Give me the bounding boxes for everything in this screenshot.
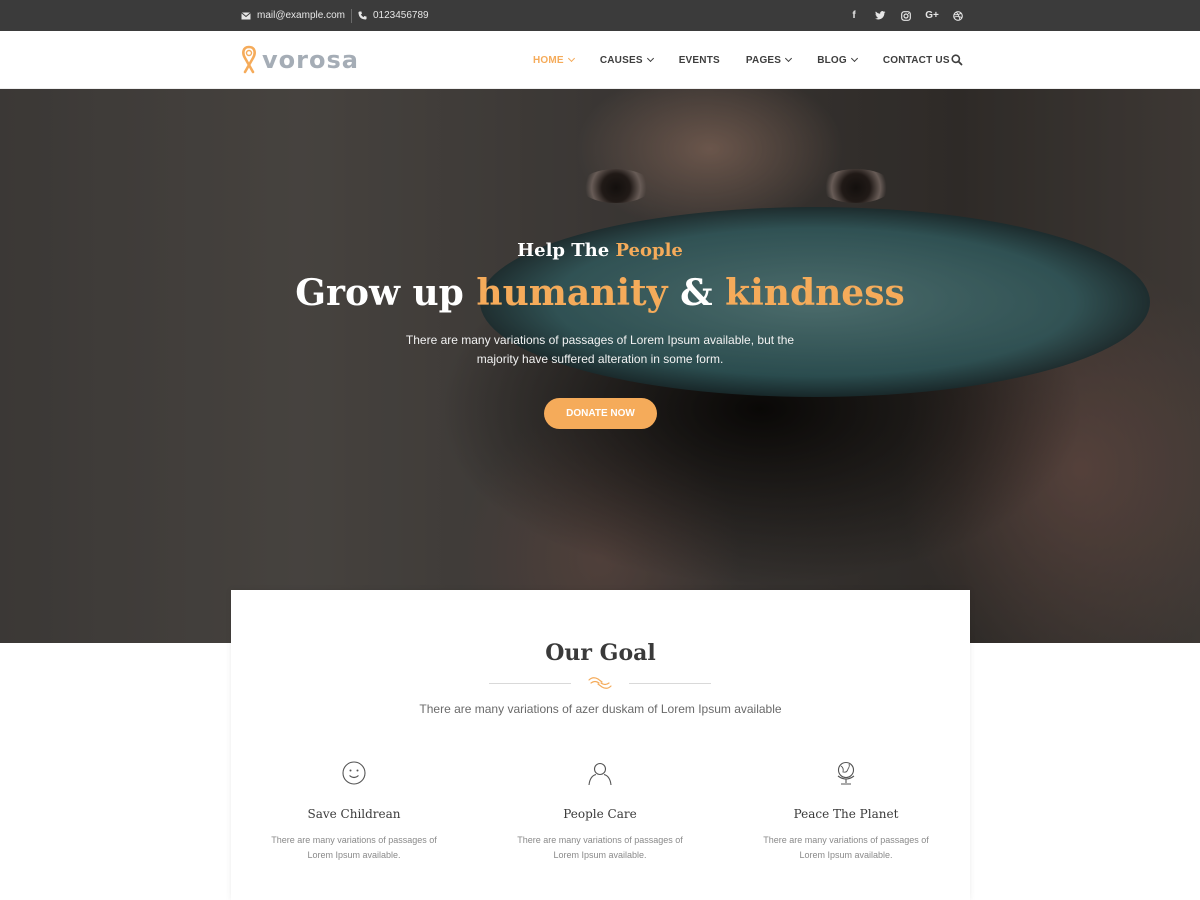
section-intro: There are many variations of azer duskam… xyxy=(419,702,782,716)
instagram-icon[interactable] xyxy=(900,10,912,22)
feature-title: Save Childrean xyxy=(307,807,401,821)
hero-title-accent: kindness xyxy=(725,272,905,314)
main-nav: HOME CAUSES EVENTS PAGES BLOG CONTACT US xyxy=(533,31,976,89)
title-divider xyxy=(489,674,711,692)
section-title: Our Goal xyxy=(545,640,656,666)
phone-contact[interactable]: 0123456789 xyxy=(358,10,429,21)
feature-title: Peace The Planet xyxy=(793,807,899,821)
chevron-down-icon xyxy=(646,54,654,63)
hero-content: Help The People Grow up humanity & kindn… xyxy=(0,89,1200,643)
contact-divider xyxy=(350,8,352,23)
hero-title: Grow up humanity & kindness xyxy=(0,272,1200,314)
logo-text: vorosa xyxy=(262,46,359,74)
phone-icon xyxy=(358,11,367,20)
nav-item-causes[interactable]: CAUSES xyxy=(599,54,654,66)
nav-label: CAUSES xyxy=(599,54,643,66)
search-icon[interactable] xyxy=(950,53,964,67)
email-contact[interactable]: mail@example.com xyxy=(241,10,345,21)
hero-title-accent: humanity xyxy=(476,272,668,314)
hero-title-ampersand: & xyxy=(680,272,713,314)
donate-now-button[interactable]: DONATE NOW xyxy=(544,398,657,429)
chevron-down-icon xyxy=(785,54,793,63)
contact-info: mail@example.com 0123456789 xyxy=(241,0,429,31)
nav-item-pages[interactable]: PAGES xyxy=(745,54,793,66)
social-links: f G+ xyxy=(848,0,964,31)
hands-icon xyxy=(588,677,612,689)
google-plus-icon[interactable]: G+ xyxy=(925,10,939,22)
feature-title: People Care xyxy=(563,807,637,821)
top-bar: mail@example.com 0123456789 f G+ xyxy=(0,0,1200,31)
nav-item-events[interactable]: EVENTS xyxy=(679,55,720,66)
our-goal-section: Our Goal There are many variations of az… xyxy=(231,590,970,900)
hero-description: There are many variations of passages of… xyxy=(405,333,795,366)
nav-label: CONTACT US xyxy=(882,54,950,66)
person-icon xyxy=(588,762,612,786)
twitter-icon[interactable] xyxy=(874,10,886,22)
nav-label: BLOG xyxy=(817,54,847,66)
hero-subtitle-text: Help The xyxy=(517,240,610,261)
hero-title-text: Grow up xyxy=(295,272,464,314)
dribbble-icon[interactable] xyxy=(952,10,964,22)
globe-icon xyxy=(837,761,855,785)
feature-save-children: Save Childrean There are many variations… xyxy=(259,760,449,863)
ribbon-logo-icon xyxy=(242,45,256,74)
email-text[interactable]: mail@example.com xyxy=(257,10,345,21)
feature-text: There are many variations of passages of… xyxy=(763,835,929,860)
feature-people-care: People Care There are many variations of… xyxy=(505,760,695,863)
nav-label: HOME xyxy=(533,54,564,66)
envelope-icon xyxy=(241,11,251,19)
smiley-icon xyxy=(342,761,366,785)
feature-text: There are many variations of passages of… xyxy=(517,835,683,860)
nav-item-blog[interactable]: BLOG xyxy=(817,54,858,66)
site-logo[interactable]: vorosa xyxy=(240,44,359,76)
hero-subtitle-accent: People xyxy=(615,240,683,261)
phone-text[interactable]: 0123456789 xyxy=(373,10,429,21)
chevron-down-icon xyxy=(850,54,858,63)
main-header: vorosa HOME CAUSES EVENTS PAGES BLOG CON… xyxy=(0,31,1200,89)
hero-subtitle: Help The People xyxy=(0,240,1200,261)
nav-item-contact-us[interactable]: CONTACT US xyxy=(883,55,950,66)
nav-item-home[interactable]: HOME xyxy=(533,54,575,66)
feature-text: There are many variations of passages of… xyxy=(271,835,437,860)
feature-peace-planet: Peace The Planet There are many variatio… xyxy=(751,760,941,863)
nav-label: PAGES xyxy=(745,54,782,66)
facebook-icon[interactable]: f xyxy=(848,10,860,22)
chevron-down-icon xyxy=(567,54,575,63)
hero-section: Help The People Grow up humanity & kindn… xyxy=(0,89,1200,643)
nav-label: EVENTS xyxy=(678,54,720,66)
